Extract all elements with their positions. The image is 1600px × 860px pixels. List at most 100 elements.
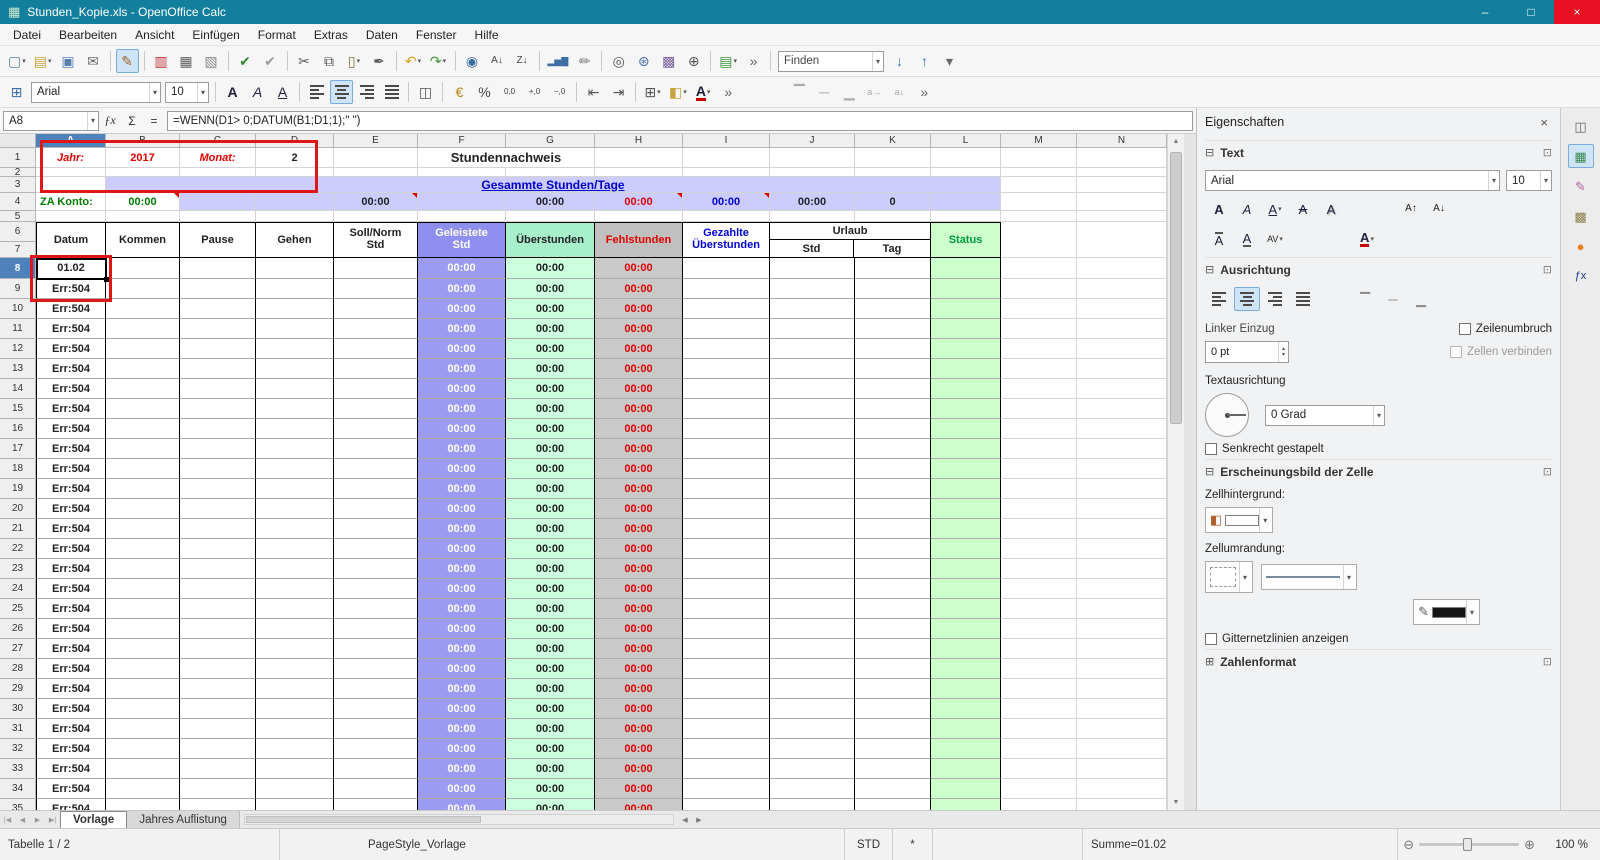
standard-format-icon[interactable]: 0,0 [498, 80, 521, 104]
cell[interactable] [855, 459, 931, 479]
cell[interactable] [855, 299, 931, 319]
properties-tab-icon[interactable]: ▦ [1567, 144, 1594, 168]
cell[interactable] [180, 619, 256, 639]
cell[interactable]: 00:00 [595, 759, 683, 779]
cell[interactable] [180, 439, 256, 459]
cell[interactable] [106, 579, 180, 599]
cell[interactable] [855, 279, 931, 299]
cell[interactable] [931, 739, 1001, 759]
cell[interactable] [931, 719, 1001, 739]
cell[interactable]: 00:00 [595, 379, 683, 399]
cell[interactable] [106, 339, 180, 359]
cell[interactable]: 00:00 [418, 519, 506, 539]
menu-datei[interactable]: Datei [4, 26, 50, 44]
cell[interactable] [931, 168, 1001, 177]
cell[interactable]: 00:00 [506, 779, 595, 799]
cell[interactable]: 00:00 [506, 539, 595, 559]
cell[interactable] [256, 519, 334, 539]
cell[interactable] [683, 211, 770, 222]
cell[interactable]: 00:00 [506, 459, 595, 479]
cell[interactable] [180, 479, 256, 499]
cell[interactable] [334, 211, 418, 222]
cell-A8-selected[interactable]: 01.02 [36, 258, 106, 279]
cell[interactable] [418, 193, 506, 211]
column-header-L[interactable]: L [931, 134, 1001, 148]
strikethrough-icon[interactable]: A [1290, 197, 1316, 221]
cell-K4[interactable]: 0 [855, 193, 931, 211]
cell[interactable] [683, 499, 770, 519]
cell[interactable] [931, 258, 1001, 279]
open-dialog-icon[interactable]: ⊡ [1543, 655, 1552, 668]
cell[interactable] [595, 148, 683, 168]
cell[interactable] [770, 168, 855, 177]
cell[interactable] [1001, 168, 1077, 177]
zoom-out-icon[interactable]: ⊖ [1398, 837, 1419, 853]
cell[interactable] [180, 359, 256, 379]
cell[interactable] [1077, 399, 1167, 419]
row-header-15[interactable]: 15 [0, 399, 36, 419]
cell[interactable] [334, 479, 418, 499]
cell[interactable] [256, 193, 334, 211]
row-header-8[interactable]: 8 [0, 258, 36, 279]
cell[interactable] [334, 779, 418, 799]
column-header-C[interactable]: C [180, 134, 256, 148]
cell-band-title[interactable]: Gesammte Stunden/Tage [106, 177, 1001, 193]
cell[interactable] [256, 699, 334, 719]
cell[interactable] [855, 439, 931, 459]
section-alignment-header[interactable]: ⊟ Ausrichtung ⊡ [1205, 257, 1552, 281]
menu-hilfe[interactable]: Hilfe [466, 26, 508, 44]
sheet-nav-icon[interactable]: ▶| [45, 811, 60, 828]
cell[interactable] [418, 168, 506, 177]
cell[interactable] [1077, 359, 1167, 379]
cell[interactable]: 00:00 [595, 439, 683, 459]
row-header-19[interactable]: 19 [0, 479, 36, 499]
cell[interactable]: Err:504 [36, 519, 106, 539]
shadow-icon[interactable]: A [1318, 197, 1344, 221]
cell[interactable] [770, 659, 855, 679]
sheet-tab-vorlage[interactable]: Vorlage [60, 811, 128, 828]
scroll-left-icon[interactable]: ◀ [678, 811, 692, 828]
italic-icon[interactable]: A [1234, 197, 1260, 221]
cell[interactable]: 00:00 [418, 399, 506, 419]
cell[interactable]: 00:00 [506, 319, 595, 339]
row-header-2[interactable]: 2 [0, 167, 36, 178]
cell[interactable] [506, 168, 595, 177]
cell[interactable] [1077, 659, 1167, 679]
cell[interactable]: 00:00 [506, 399, 595, 419]
cell[interactable] [770, 719, 855, 739]
align-right-icon[interactable] [355, 80, 378, 104]
cell[interactable]: 00:00 [418, 639, 506, 659]
cell[interactable]: Err:504 [36, 439, 106, 459]
cell[interactable] [931, 359, 1001, 379]
cell[interactable] [855, 599, 931, 619]
cell[interactable] [1001, 193, 1077, 211]
cell[interactable] [334, 739, 418, 759]
row-header-24[interactable]: 24 [0, 579, 36, 599]
email-icon[interactable]: ✉ [82, 49, 105, 73]
cell[interactable] [106, 359, 180, 379]
cell[interactable] [855, 699, 931, 719]
cell[interactable]: 00:00 [418, 359, 506, 379]
cell[interactable]: 00:00 [506, 479, 595, 499]
cell[interactable]: Err:504 [36, 479, 106, 499]
cell-E4[interactable]: 00:00 [334, 193, 418, 211]
scrollbar-thumb[interactable] [245, 816, 482, 823]
cell[interactable] [334, 279, 418, 299]
cell[interactable] [180, 419, 256, 439]
data-sources-icon[interactable]: ▤ ▾ [716, 49, 740, 73]
cell[interactable]: 00:00 [418, 599, 506, 619]
cell[interactable] [256, 499, 334, 519]
cell[interactable]: Err:504 [36, 559, 106, 579]
cell[interactable] [931, 279, 1001, 299]
cell[interactable] [334, 519, 418, 539]
gallery-tab-icon[interactable]: ▩ [1568, 204, 1594, 228]
chevron-down-icon[interactable]: ▾ [1343, 565, 1354, 589]
cell[interactable]: Err:504 [36, 639, 106, 659]
cell-datum-header[interactable]: Datum [36, 222, 106, 258]
cell[interactable]: 00:00 [506, 679, 595, 699]
cell[interactable]: 00:00 [595, 399, 683, 419]
cell[interactable] [683, 579, 770, 599]
cell-C1[interactable]: Monat: [180, 148, 256, 168]
cell[interactable] [256, 659, 334, 679]
percent-format-icon[interactable]: % [473, 80, 496, 104]
